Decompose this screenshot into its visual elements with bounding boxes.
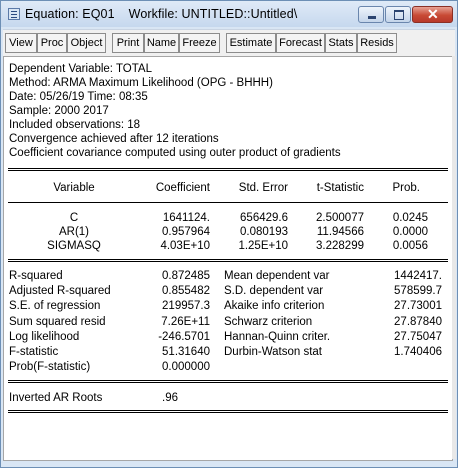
stat-value-hannan-quinn: 27.75047 [394, 331, 442, 343]
stat-label-ssr: Sum squared resid [9, 316, 106, 328]
maximize-button[interactable] [385, 6, 411, 23]
row-sigmasq-std-error: 1.25E+10 [238, 240, 288, 252]
convergence-line: Convergence achieved after 12 iterations [9, 133, 219, 145]
window-title-workfile: Workfile: UNTITLED::Untitled\ [128, 7, 298, 21]
stat-value-ssr: 7.26E+11 [161, 316, 210, 328]
row-c-t-statistic: 2.500077 [316, 212, 364, 224]
stat-label-mean-dep: Mean dependent var [224, 270, 330, 282]
stats-button[interactable]: Stats [325, 33, 357, 53]
stat-label-akaike: Akaike info criterion [224, 300, 325, 312]
stat-label-f-statistic: F-statistic [9, 346, 59, 358]
stat-value-r-squared: 0.872485 [162, 270, 210, 282]
stat-value-akaike: 27.73001 [394, 300, 442, 312]
stats-top-rule [8, 259, 448, 262]
minimize-button[interactable] [358, 6, 384, 23]
covariance-line: Coefficient covariance computed using ou… [9, 147, 341, 159]
view-button[interactable]: View [5, 33, 37, 53]
roots-top-rule [8, 380, 448, 383]
maximize-icon [394, 10, 404, 20]
row-sigmasq-prob: 0.0056 [392, 240, 428, 252]
roots-label: Inverted AR Roots [9, 392, 103, 404]
row-c-prob: 0.0245 [392, 212, 428, 224]
stat-label-prob-f: Prob(F-statistic) [9, 361, 91, 373]
row-ar1-std-error: 0.080193 [240, 226, 288, 238]
method-line: Method: ARMA Maximum Likelihood (OPG - B… [9, 77, 273, 89]
window-title: Equation: EQ01 Workfile: UNTITLED::Untitl… [25, 7, 297, 21]
row-c-std-error: 656429.6 [240, 212, 288, 224]
output-scrollbar-track[interactable] [452, 56, 456, 459]
stat-value-sd-dep: 578599.7 [394, 285, 442, 297]
resids-button[interactable]: Resids [357, 33, 397, 53]
sample-line: Sample: 2000 2017 [9, 105, 109, 117]
row-ar1-prob: 0.0000 [392, 226, 428, 238]
window-title-equation: Equation: EQ01 [25, 7, 115, 21]
stat-value-schwarz: 27.87840 [394, 316, 442, 328]
dependent-variable-line: Dependent Variable: TOTAL [9, 63, 152, 75]
table-top-rule [8, 168, 448, 171]
stat-value-log-likelihood: -246.5701 [158, 331, 210, 343]
row-c-variable: C [69, 212, 79, 224]
stat-value-adj-r-squared: 0.855482 [162, 285, 210, 297]
row-ar1-t-statistic: 11.94566 [316, 226, 364, 238]
estimate-button[interactable]: Estimate [226, 33, 276, 53]
proc-button[interactable]: Proc [37, 33, 67, 53]
toolbar: View Proc Object Print Name Freeze Estim… [3, 29, 455, 56]
close-button[interactable]: ✕ [412, 6, 453, 23]
table-header-rule [8, 202, 448, 203]
forecast-button[interactable]: Forecast [276, 33, 325, 53]
title-bar[interactable]: Equation: EQ01 Workfile: UNTITLED::Untitl… [1, 1, 457, 27]
stat-label-se-regression: S.E. of regression [9, 300, 101, 312]
col-header-coefficient: Coefficient [155, 182, 210, 194]
col-header-prob: Prob. [392, 182, 421, 194]
close-icon: ✕ [427, 6, 439, 22]
print-button[interactable]: Print [112, 33, 144, 53]
stat-label-log-likelihood: Log likelihood [9, 331, 80, 343]
object-button[interactable]: Object [67, 33, 106, 53]
roots-bottom-rule [8, 410, 448, 413]
equation-window-icon [8, 8, 20, 20]
stat-value-prob-f: 0.000000 [162, 361, 210, 373]
col-header-t-statistic: t-Statistic [316, 182, 364, 194]
stat-value-durbin-watson: 1.740406 [394, 346, 442, 358]
date-time-line: Date: 05/26/19 Time: 08:35 [9, 91, 148, 103]
row-ar1-variable: AR(1) [58, 226, 90, 238]
row-sigmasq-variable: SIGMASQ [47, 240, 101, 252]
equation-window: Equation: EQ01 Workfile: UNTITLED::Untitl… [0, 0, 458, 468]
minimize-icon [368, 16, 376, 19]
stat-value-f-statistic: 51.31640 [162, 346, 210, 358]
stat-label-r-squared: R-squared [9, 270, 63, 282]
row-c-coefficient: 1641124. [162, 212, 210, 224]
freeze-button[interactable]: Freeze [179, 33, 220, 53]
stat-label-hannan-quinn: Hannan-Quinn criter. [224, 331, 331, 343]
col-header-std-error: Std. Error [238, 182, 288, 194]
estimation-output: Dependent Variable: TOTAL Method: ARMA M… [3, 56, 453, 461]
row-sigmasq-coefficient: 4.03E+10 [160, 240, 210, 252]
stat-label-adj-r-squared: Adjusted R-squared [9, 285, 111, 297]
row-sigmasq-t-statistic: 3.228299 [316, 240, 364, 252]
observations-line: Included observations: 18 [9, 119, 141, 131]
stat-value-se-regression: 219957.3 [162, 300, 210, 312]
stat-label-sd-dep: S.D. dependent var [224, 285, 324, 297]
stat-value-mean-dep: 1442417. [394, 270, 442, 282]
roots-value: .96 [162, 392, 178, 404]
stat-label-durbin-watson: Durbin-Watson stat [224, 346, 322, 358]
col-header-variable: Variable [53, 182, 95, 194]
row-ar1-coefficient: 0.957964 [162, 226, 210, 238]
name-button[interactable]: Name [144, 33, 179, 53]
stat-label-schwarz: Schwarz criterion [224, 316, 313, 328]
